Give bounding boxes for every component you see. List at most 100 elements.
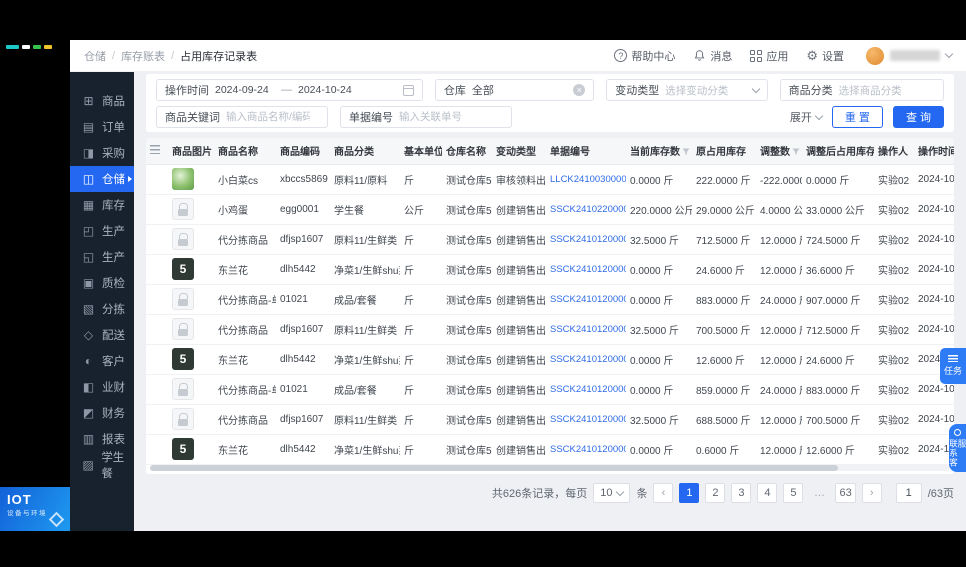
breadcrumb: 仓储 / 库存账表 / 占用库存记录表 [84,48,257,64]
warehouse-name: 测试仓库5 [442,194,492,225]
task-widget[interactable]: 任务 [940,348,966,384]
settings-button[interactable]: ⚙ 设置 [806,48,844,64]
product-image [172,288,194,310]
product-code: dlh5442 [276,254,330,285]
sidebar-item-icon: ⊞ [83,94,94,108]
table-row[interactable]: 小白菜cs xbccs5869 原料11/原料 斤 测试仓库5 审核领料出库 L… [146,164,954,195]
page-button[interactable]: 1 [679,483,700,503]
page-button[interactable]: 4 [757,483,778,503]
table-row[interactable]: 代分拣商品 dfjsp1607 原料11/生鲜类 斤 测试仓库5 创建销售出库 … [146,404,954,435]
date-range-picker[interactable]: 操作时间 — [156,79,423,101]
date-to-input[interactable] [298,84,358,96]
doc-number-link[interactable]: SSCK24102200001 [550,204,626,215]
scrollbar-thumb[interactable] [150,465,838,471]
doc-number-cell: SSCK24101200002 [546,344,626,375]
reset-button[interactable]: 重 置 [831,106,883,128]
search-button[interactable]: 查 询 [892,106,944,128]
prev-page-button[interactable]: ‹ [653,483,674,503]
expand-toggle[interactable]: 展开 [790,109,824,125]
breadcrumb-item[interactable]: 仓储 [84,48,106,64]
filter-funnel-icon[interactable] [792,148,800,156]
doc-number-field[interactable]: 单据编号 [340,106,512,128]
orig-occupied-stock: 859.0000 斤 [692,374,756,405]
user-menu[interactable] [866,46,954,65]
sidebar-item[interactable]: ◩ 财务 [70,400,134,426]
column-settings-icon[interactable] [150,144,160,154]
sidebar-item[interactable]: ⊞ 商品 [70,88,134,114]
sidebar-item-icon: ◫ [82,172,95,186]
keyword-field[interactable]: 商品关键词 [156,106,328,128]
table-row[interactable]: 代分拣商品-单位换算 01021 成品/套餐 斤 测试仓库5 创建销售出库 SS… [146,374,954,405]
table-row[interactable]: 代分拣商品-单位换算 01021 成品/套餐 斤 测试仓库5 创建销售出库 SS… [146,284,954,315]
product-image [172,198,194,220]
product-name: 代分拣商品-单位换算 [214,284,276,315]
doc-number-link[interactable]: SSCK24101200003 [550,324,626,335]
sidebar-item[interactable]: ▤ 订单 [70,114,134,140]
current-stock: 0.0000 斤 [626,344,692,375]
page-jump-input[interactable] [895,483,922,503]
warehouse-name: 测试仓库5 [442,254,492,285]
sidebar-item[interactable]: ◨ 采购 [70,140,134,166]
doc-number-link[interactable]: SSCK24101200003 [550,294,626,305]
customer-service-widget[interactable]: 联系客服 [949,424,966,472]
product-category: 净菜1/生鲜shu菜类... [330,434,400,465]
warehouse-value: 全部 [471,85,494,97]
doc-number-link[interactable]: SSCK24101200001 [550,444,626,455]
col-settings[interactable] [146,138,168,165]
orig-occupied-stock: 700.5000 斤 [692,314,756,345]
total-records-text: 共626条记录，每页 [491,488,588,500]
table-row[interactable]: 代分拣商品 dfjsp1607 原料11/生鲜类 斤 测试仓库5 创建销售出库 … [146,314,954,345]
sidebar-item[interactable]: ▧ 分拣 [70,296,134,322]
sidebar-item[interactable]: ◱ 生产 [70,244,134,270]
doc-number-link[interactable]: SSCK24101200002 [550,384,626,395]
next-page-button[interactable]: › [861,483,882,503]
warehouse-name: 测试仓库5 [442,164,492,195]
sidebar-item[interactable]: ◇ 配送 [70,322,134,348]
doc-number-link[interactable]: SSCK24101200004 [550,234,626,245]
table-row[interactable]: 代分拣商品 dfjsp1607 原料11/生鲜类 斤 测试仓库5 创建销售出库 … [146,224,954,255]
category-select[interactable]: 商品分类 选择商品分类 [779,79,945,101]
filter-funnel-icon[interactable] [682,148,690,156]
horizontal-scrollbar[interactable] [150,465,950,471]
logo-dash-yellow [44,45,52,49]
doc-number-link[interactable]: SSCK24101200002 [550,414,626,425]
page-button[interactable]: 5 [783,483,804,503]
apps-button[interactable]: 应用 [750,48,788,64]
page-size-select[interactable]: 10 [593,483,631,503]
apps-grid-icon [750,49,763,62]
sidebar-item[interactable]: ▣ 质检 [70,270,134,296]
page-button[interactable]: 63 [835,483,856,503]
doc-number-link[interactable]: LLCK24100300001 [550,174,626,185]
sidebar-item[interactable]: ◫ 仓储 [70,166,134,192]
doc-number-link[interactable]: SSCK24101200002 [550,354,626,365]
product-image: 5 [172,348,194,370]
page-button[interactable]: … [809,483,829,503]
row-leading-cell [146,284,168,315]
headset-icon [954,429,961,436]
doc-number-link[interactable]: SSCK24101200003 [550,264,626,275]
iot-brand-block: IOT 设备与环境 [0,487,70,531]
warehouse-select[interactable]: 仓库 全部 × [434,79,595,101]
table-row[interactable]: 5 东兰花 dlh5442 净菜1/生鲜shu菜类... 斤 测试仓库5 创建销… [146,344,954,375]
sidebar-item[interactable]: ▦ 库存 [70,192,134,218]
page-button[interactable]: 2 [705,483,726,503]
breadcrumb-item[interactable]: 库存账表 [121,48,165,64]
table-row[interactable]: 小鸡蛋 egg0001 学生餐 公斤 测试仓库5 创建销售出库 SSCK2410… [146,194,954,225]
clear-icon[interactable]: × [573,84,586,96]
messages-button[interactable]: 消息 [693,48,732,64]
product-image-text: 5 [179,352,187,366]
doc-number-input[interactable] [399,111,483,123]
col-product-category: 商品分类 [330,138,400,165]
table-row[interactable]: 5 东兰花 dlh5442 净菜1/生鲜shu菜类... 斤 测试仓库5 创建销… [146,434,954,465]
keyword-input[interactable] [226,111,310,123]
date-from-input[interactable] [215,84,275,96]
sidebar-item[interactable]: ▨ 学生餐 [70,452,134,480]
help-center-button[interactable]: ? 帮助中心 [614,48,675,64]
change-type-select[interactable]: 变动类型 选择变动分类 [606,79,768,101]
sidebar-item[interactable]: ◧ 业财 [70,374,134,400]
sidebar-item[interactable]: ◐ 客户 [70,348,134,374]
page-button[interactable]: 3 [731,483,752,503]
table-row[interactable]: 5 东兰花 dlh5442 净菜1/生鲜shu菜类... 斤 测试仓库5 创建销… [146,254,954,285]
base-unit: 斤 [400,434,442,465]
sidebar-item[interactable]: ◰ 生产 [70,218,134,244]
